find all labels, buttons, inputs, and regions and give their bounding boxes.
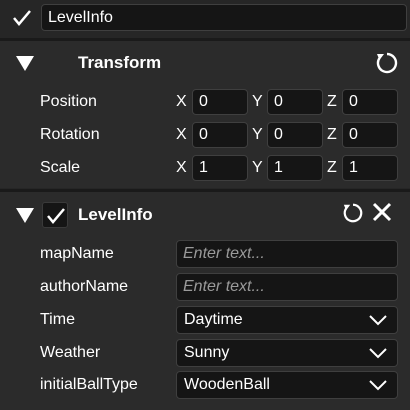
rotation-x-label: X [176, 126, 187, 143]
transform-title: Transform [78, 53, 162, 72]
mapname-input[interactable]: Enter text... [176, 240, 398, 268]
scale-y-field[interactable]: 1 [267, 155, 323, 181]
authorname-input[interactable]: Enter text... [176, 273, 398, 301]
object-name-input[interactable]: LevelInfo [41, 4, 407, 31]
levelinfo-title: LevelInfo [78, 205, 153, 224]
scale-y-label: Y [252, 159, 263, 176]
initialballtype-selected-value: WoodenBall [184, 376, 270, 393]
transform-collapse-icon[interactable] [16, 56, 34, 71]
levelinfo-close-icon[interactable] [372, 202, 392, 222]
scale-label: Scale [40, 159, 81, 176]
position-z-field[interactable]: 0 [342, 89, 398, 115]
rotation-label: Rotation [40, 126, 100, 143]
rotation-y-field[interactable]: 0 [267, 122, 323, 148]
rotation-z-label: Z [327, 126, 337, 143]
rotation-z-field[interactable]: 0 [342, 122, 398, 148]
scale-z-field[interactable]: 1 [342, 155, 398, 181]
check-icon [47, 208, 65, 224]
time-selected-value: Daytime [184, 311, 243, 328]
weather-selected-value: Sunny [184, 344, 230, 361]
time-label: Time [40, 311, 75, 328]
chevron-down-icon [369, 380, 387, 391]
position-y-field[interactable]: 0 [267, 89, 323, 115]
initialballtype-label: initialBallType [40, 376, 138, 393]
check-icon [13, 10, 31, 26]
authorname-label: authorName [40, 278, 129, 295]
transform-reset-icon[interactable] [375, 51, 399, 75]
initialballtype-select[interactable]: WoodenBall [176, 371, 398, 399]
weather-label: Weather [40, 344, 101, 361]
levelinfo-reset-icon[interactable] [342, 202, 364, 224]
position-x-field[interactable]: 0 [192, 89, 248, 115]
scale-x-label: X [176, 159, 187, 176]
levelinfo-enabled-checkbox[interactable] [42, 202, 68, 228]
object-enabled-checkbox[interactable] [9, 5, 35, 31]
mapname-label: mapName [40, 245, 114, 262]
scale-z-label: Z [327, 159, 337, 176]
rotation-y-label: Y [252, 126, 263, 143]
position-y-label: Y [252, 93, 263, 110]
scale-x-field[interactable]: 1 [192, 155, 248, 181]
rotation-x-field[interactable]: 0 [192, 122, 248, 148]
weather-select[interactable]: Sunny [176, 339, 398, 367]
chevron-down-icon [369, 315, 387, 326]
time-select[interactable]: Daytime [176, 306, 398, 334]
position-label: Position [40, 93, 97, 110]
position-x-label: X [176, 93, 187, 110]
chevron-down-icon [369, 348, 387, 359]
levelinfo-collapse-icon[interactable] [16, 208, 34, 223]
position-z-label: Z [327, 93, 337, 110]
